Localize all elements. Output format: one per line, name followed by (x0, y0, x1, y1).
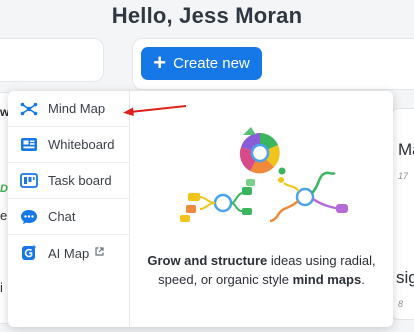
plus-icon: + (153, 49, 167, 75)
menu-item-task-board[interactable]: Task board (8, 163, 129, 199)
menu-item-label: Chat (48, 209, 76, 224)
menu-item-whiteboard[interactable]: Whiteboard (8, 127, 129, 163)
pointer-arrow-annotation (123, 105, 187, 116)
chat-icon (19, 209, 39, 225)
whiteboard-icon (19, 137, 39, 153)
background-card-meta-fragment: 17 (398, 171, 409, 181)
background-card-title-fragment: sig (396, 268, 414, 287)
ai-map-icon (19, 244, 39, 261)
background-card-meta-fragment: 8 (398, 299, 404, 309)
background-card-title-fragment: Ma (398, 140, 414, 159)
greeting-title: Hello, Jess Moran (111, 3, 303, 28)
menu-item-label: Mind Map (48, 101, 106, 116)
create-new-label: Create new (173, 55, 250, 72)
background-card-left (0, 38, 104, 82)
menu-item-label: AI Map (48, 245, 90, 261)
background-text-fragment: D (0, 183, 8, 195)
menu-item-chat[interactable]: Chat (8, 199, 129, 235)
mind-map-icon (19, 101, 39, 117)
create-new-dropdown: Mind Map Whiteboard Task board Chat AI M… (8, 91, 393, 327)
radial-map-graphic (239, 127, 286, 175)
mind-map-illustration (180, 127, 348, 223)
create-new-button[interactable]: + Create new (141, 47, 262, 80)
menu-item-label: Whiteboard (48, 137, 115, 152)
speed-map-graphic (180, 179, 255, 222)
document-type-menu: Mind Map Whiteboard Task board Chat AI M… (8, 91, 130, 327)
organic-map-graphic (269, 171, 348, 223)
menu-item-mind-map[interactable]: Mind Map (8, 91, 129, 127)
mind-map-preview-panel: Grow and structure ideas using radial, s… (130, 91, 393, 327)
mind-map-description: Grow and structure ideas using radial, s… (147, 253, 376, 287)
external-link-icon (95, 247, 104, 259)
menu-item-label: Task board (48, 173, 112, 188)
menu-item-ai-map[interactable]: AI Map (8, 235, 129, 271)
task-board-icon (19, 173, 39, 189)
background-text-fragment: e (0, 208, 8, 223)
background-text-fragment: i (0, 280, 3, 295)
